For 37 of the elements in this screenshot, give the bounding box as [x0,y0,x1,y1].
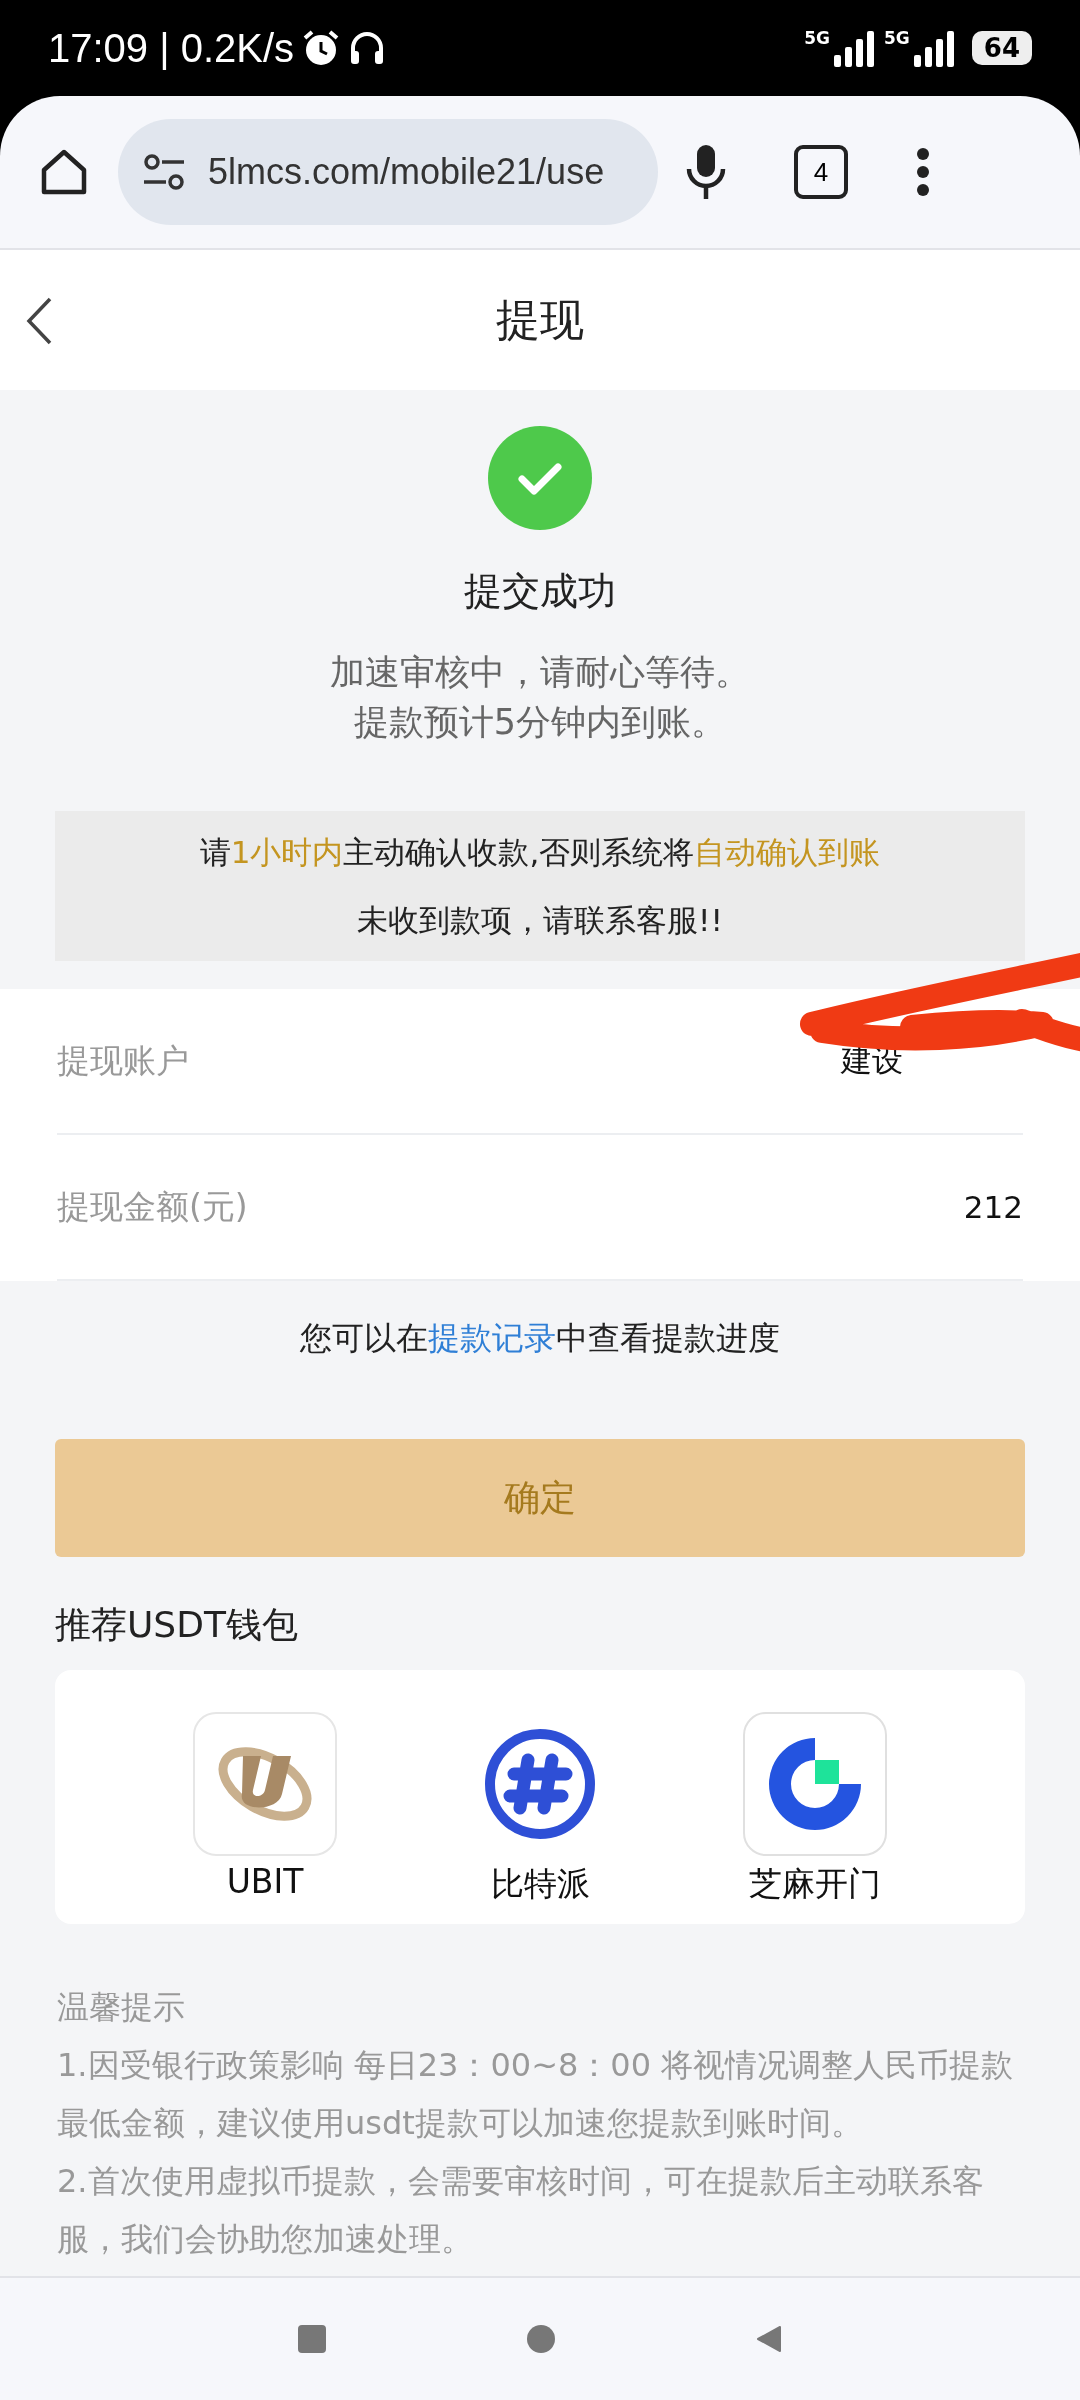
menu-icon[interactable] [916,147,930,197]
section-title: 推荐USDT钱包 [55,1603,299,1647]
wallet-name[interactable]: 芝麻开门 [749,1862,881,1907]
field-label: 提现账户 [57,1039,189,1082]
wallet-name[interactable]: UBIT [226,1862,304,1901]
network-type: 5G [804,28,830,48]
back-icon[interactable] [24,296,54,346]
url-text: 5lmcs.com/mobile21/use [208,151,605,193]
status-time: 17:09 | 0.2K/s [48,25,295,71]
tip-text: 1.因受银行政策影响 每日23：00~8：00 将视情况调整人民币提款最低金额，建议使用usdt提款可以加速您提款到账时间。 [57,2045,1015,2144]
wallet-logo-icon[interactable] [743,1712,887,1856]
records-link[interactable]: 提款记录 [428,1319,556,1357]
success-check-icon [488,426,592,530]
signal-icon [913,29,956,67]
notice-text: 请1小时内主动确认收款,否则系统将自动确认到账 [199,833,881,872]
success-title: 提交成功 [464,568,616,615]
address-bar[interactable]: 5lmcs.com/mobile21/use [118,119,658,225]
battery-level: 64 [971,31,1032,65]
wallet-logo-icon[interactable] [193,1712,337,1856]
back-nav-icon[interactable] [756,2325,782,2353]
network-type: 5G [884,28,910,48]
tabs-button[interactable]: 4 [794,145,848,199]
microphone-icon[interactable] [686,143,726,201]
notice-text: 未收到款项，请联系客服!! [357,901,723,940]
field-label: 提现金额(元) [57,1185,248,1228]
wallet-name[interactable]: 比特派 [490,1862,590,1907]
status-message: 加速审核中，请耐心等待。 [330,651,750,694]
alarm-icon [302,29,341,67]
tips-title: 温馨提示 [57,1987,186,2028]
progress-hint: 您可以在提款记录中查看提款进度 [299,1318,781,1359]
home-button-icon[interactable] [526,2324,556,2354]
page-title: 提现 [496,292,584,347]
status-message: 提款预计5分钟内到账。 [353,701,727,744]
field-value: 212 [963,1189,1023,1225]
tune-icon[interactable] [142,152,186,192]
signal-icon [834,29,876,67]
tip-text: 2.首次使用虚拟币提款，会需要审核时间，可在提款后主动联系客服，我们会协助您加速处理。 [57,2161,985,2260]
